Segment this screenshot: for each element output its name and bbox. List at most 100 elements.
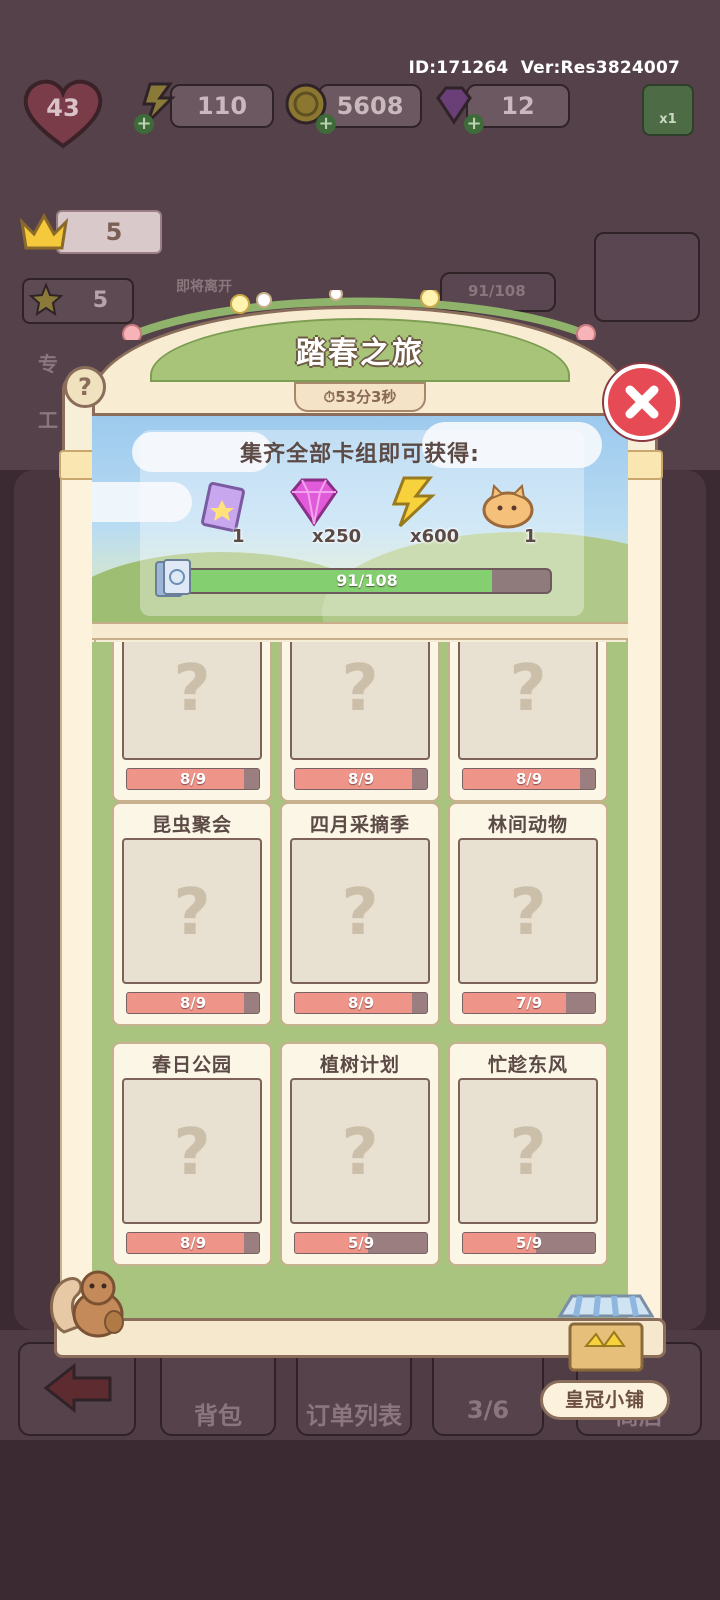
deck-progress-bar: 8/9: [294, 992, 428, 1014]
side-label-1: 专: [38, 352, 58, 376]
help-icon: ?: [78, 373, 92, 401]
player-id-version: ID:171264 Ver:Res3824007: [408, 58, 680, 78]
deck-title: 忙趁东风: [487, 1054, 568, 1076]
deck-title: 林间动物: [487, 814, 568, 836]
squirrel-icon: [50, 1270, 124, 1338]
deck-card-slot: ?: [290, 1078, 430, 1224]
deck-title: 四月采摘季: [309, 814, 410, 836]
cars-count: 3/6: [466, 1396, 510, 1424]
deck-card-slot: ?: [458, 838, 598, 984]
deck-progress-text: 8/9: [179, 770, 207, 788]
add-energy-icon[interactable]: +: [134, 114, 154, 134]
crown-counter[interactable]: 5: [56, 210, 162, 254]
deck-card-slot: ?: [458, 1078, 598, 1224]
unknown-card-icon: ?: [173, 652, 211, 726]
left-pillar: [60, 450, 96, 1330]
deck-card[interactable]: ? 8/9: [112, 642, 272, 802]
card-stack-icon: [155, 559, 191, 597]
panel-divider: [92, 622, 628, 640]
deck-progress-bar: 5/9: [294, 1232, 428, 1254]
help-button[interactable]: ?: [64, 366, 106, 408]
close-icon: [625, 385, 659, 419]
right-pillar-cap: [625, 450, 663, 480]
crown-shop-button[interactable]: 皇冠小铺: [540, 1380, 670, 1420]
unknown-card-icon: ?: [509, 1116, 547, 1190]
energy-counter[interactable]: 110: [170, 84, 274, 128]
deck-title: 春日公园: [151, 1054, 232, 1076]
add-coins-icon[interactable]: +: [316, 114, 336, 134]
crown-value: 5: [105, 218, 123, 246]
star-value: 5: [92, 288, 108, 313]
crown-shop-stall-icon[interactable]: [556, 1290, 656, 1382]
reward-amount-pet: 1: [524, 526, 537, 547]
crown-shop-label: 皇冠小铺: [564, 1389, 645, 1411]
deck-title: 昆虫聚会: [151, 814, 232, 836]
deck-progress-text: 8/9: [179, 1234, 207, 1252]
unknown-card-icon: ?: [341, 876, 379, 950]
deck-card[interactable]: 四月采摘季? 8/9: [280, 802, 440, 1026]
crown-icon: [19, 212, 69, 250]
deck-card[interactable]: 植树计划? 5/9: [280, 1042, 440, 1266]
deck-progress-bar: 8/9: [294, 768, 428, 790]
deck-card-slot: ?: [458, 642, 598, 760]
deck-card[interactable]: 林间动物? 7/9: [448, 802, 608, 1026]
deck-progress-text: 5/9: [347, 1234, 375, 1252]
deck-card[interactable]: 春日公园? 8/9: [112, 1042, 272, 1266]
deck-card[interactable]: 忙趁东风? 5/9: [448, 1042, 608, 1266]
deck-card-slot: ?: [122, 1078, 262, 1224]
right-pillar: [626, 450, 662, 1330]
deck-card-slot: ?: [290, 642, 430, 760]
deck-progress-text: 7/9: [515, 994, 543, 1012]
deck-progress-text: 5/9: [515, 1234, 543, 1252]
reward-title: 集齐全部卡组即可获得:: [240, 442, 480, 467]
event-timer-text: 53分3秒: [335, 388, 397, 406]
energy-icon: [391, 476, 436, 528]
deck-card-slot: ?: [290, 838, 430, 984]
deck-card[interactable]: 昆虫聚会? 8/9: [112, 802, 272, 1026]
deck-card[interactable]: ? 8/9: [280, 642, 440, 802]
flower-garland-icon: [122, 290, 596, 340]
coin-value: 5608: [336, 92, 404, 120]
deck-progress-text: 8/9: [347, 994, 375, 1012]
deck-card[interactable]: ? 8/9: [448, 642, 608, 802]
deck-progress-bar: 5/9: [462, 1232, 596, 1254]
deck-grid[interactable]: ? 8/9? 8/9? 8/9 昆虫聚会? 8/9 四月采摘季? 8/9 林间动物? 7/9 春日公…: [92, 642, 628, 1322]
deck-progress-bar: 8/9: [462, 768, 596, 790]
energy-boost-button[interactable]: [642, 84, 694, 136]
bag-label: 背包: [194, 1402, 242, 1430]
close-button[interactable]: [604, 364, 680, 440]
reward-amount-cards: 1: [232, 526, 245, 547]
deck-card-slot: ?: [122, 838, 262, 984]
orders-label: 订单列表: [306, 1402, 402, 1430]
unknown-card-icon: ?: [509, 652, 547, 726]
gem-icon: [290, 478, 338, 527]
version-text: Ver:Res3824007: [520, 58, 680, 78]
deck-progress-text: 8/9: [179, 994, 207, 1012]
unknown-card-icon: ?: [173, 1116, 211, 1190]
boost-multiplier: x1: [659, 112, 677, 127]
collection-progress-text: 91/108: [336, 571, 398, 590]
deck-card-slot: ?: [122, 642, 262, 760]
reward-amount-gems: x250: [312, 526, 362, 547]
add-gems-icon[interactable]: +: [464, 114, 484, 134]
side-label-2: 工: [38, 408, 58, 432]
deck-progress-bar: 8/9: [126, 992, 260, 1014]
unknown-card-icon: ?: [173, 876, 211, 950]
unknown-card-icon: ?: [341, 1116, 379, 1190]
energy-value: 110: [196, 92, 248, 120]
star-icon: [28, 282, 64, 317]
level-number: 43: [46, 94, 80, 122]
reward-amount-energy: x600: [410, 526, 460, 547]
deck-progress-bar: 8/9: [126, 768, 260, 790]
deck-progress-bar: 8/9: [126, 1232, 260, 1254]
event-timer: ⏱53分3秒: [294, 382, 426, 412]
player-id: ID:171264: [408, 58, 509, 78]
unknown-card-icon: ?: [509, 876, 547, 950]
gem-value: 12: [501, 92, 535, 120]
background-chest-card: [594, 232, 700, 322]
unknown-card-icon: ?: [341, 652, 379, 726]
back-arrow-icon: [43, 1362, 112, 1414]
deck-title: 植树计划: [319, 1054, 400, 1076]
deck-progress-text: 8/9: [515, 770, 543, 788]
deck-progress-text: 8/9: [347, 770, 375, 788]
